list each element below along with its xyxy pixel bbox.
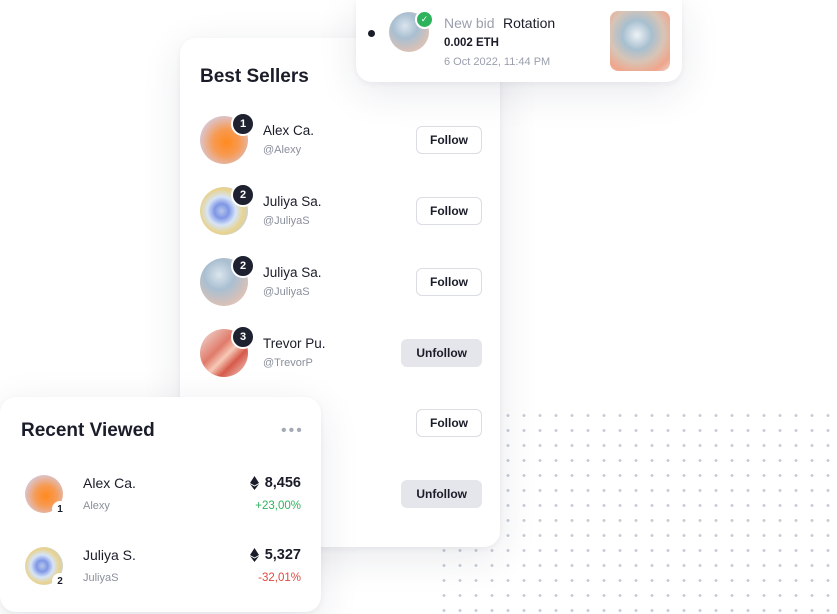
- ethereum-icon: [249, 548, 259, 562]
- rank-badge: 3: [231, 325, 255, 349]
- best-sellers-title: Best Sellers: [200, 66, 309, 87]
- verified-check-icon: ✓: [415, 10, 434, 29]
- seller-row: 1 Alex Ca. @Alexy Follow: [200, 112, 482, 166]
- unread-dot: [368, 30, 375, 37]
- item-change: -32,01%: [258, 572, 301, 584]
- item-change: +23,00%: [255, 500, 301, 512]
- item-value-text: 5,327: [264, 547, 301, 563]
- more-dots-icon[interactable]: •••: [281, 422, 304, 440]
- follow-button[interactable]: Follow: [416, 268, 482, 296]
- notification-item-name[interactable]: Rotation: [503, 15, 555, 31]
- follow-button[interactable]: Follow: [416, 126, 482, 154]
- item-handle: JuliyaS: [83, 572, 119, 584]
- unfollow-button[interactable]: Unfollow: [401, 339, 482, 367]
- rank-badge: 2: [231, 183, 255, 207]
- rank-badge: 1: [52, 501, 68, 517]
- seller-name[interactable]: Juliya Sa.: [263, 194, 322, 209]
- seller-name[interactable]: Alex Ca.: [263, 123, 314, 138]
- seller-row: 2 Juliya Sa. @JuliyaS Follow: [200, 254, 482, 308]
- bid-notification[interactable]: ✓ New bid Rotation 0.002 ETH 6 Oct 2022,…: [356, 0, 682, 82]
- nft-thumbnail[interactable]: [610, 11, 670, 71]
- seller-name[interactable]: Trevor Pu.: [263, 336, 326, 351]
- list-item[interactable]: 1 Alex Ca. Alexy 8,456 +23,00%: [25, 469, 301, 519]
- follow-button[interactable]: Follow: [416, 197, 482, 225]
- recent-viewed-card: Recent Viewed ••• 1 Alex Ca. Alexy 8,456…: [0, 397, 321, 612]
- unfollow-button[interactable]: Unfollow: [401, 480, 482, 508]
- rank-badge: 1: [231, 112, 255, 136]
- seller-handle: @JuliyaS: [263, 215, 310, 227]
- seller-name[interactable]: Juliya Sa.: [263, 265, 322, 280]
- item-value: 5,327: [249, 547, 301, 563]
- seller-handle: @TrevorP: [263, 357, 313, 369]
- rank-badge: 2: [231, 254, 255, 278]
- seller-handle: @Alexy: [263, 144, 302, 156]
- item-handle: Alexy: [83, 500, 110, 512]
- seller-row: 2 Juliya Sa. @JuliyaS Follow: [200, 183, 482, 237]
- follow-button[interactable]: Follow: [416, 409, 482, 437]
- seller-row: 3 Trevor Pu. @TrevorP Unfollow: [200, 325, 482, 379]
- item-value: 8,456: [249, 475, 301, 491]
- list-item[interactable]: 2 Juliya S. JuliyaS 5,327 -32,01%: [25, 541, 301, 591]
- item-name: Alex Ca.: [83, 475, 136, 491]
- bid-price: 0.002 ETH: [444, 37, 499, 49]
- item-value-text: 8,456: [264, 475, 301, 491]
- ethereum-icon: [249, 476, 259, 490]
- item-name: Juliya S.: [83, 547, 136, 563]
- seller-handle: @JuliyaS: [263, 286, 310, 298]
- rank-badge: 2: [52, 573, 68, 589]
- notification-label: New bid: [444, 15, 495, 31]
- bid-timestamp: 6 Oct 2022, 11:44 PM: [444, 56, 551, 68]
- recent-viewed-title: Recent Viewed: [21, 420, 155, 441]
